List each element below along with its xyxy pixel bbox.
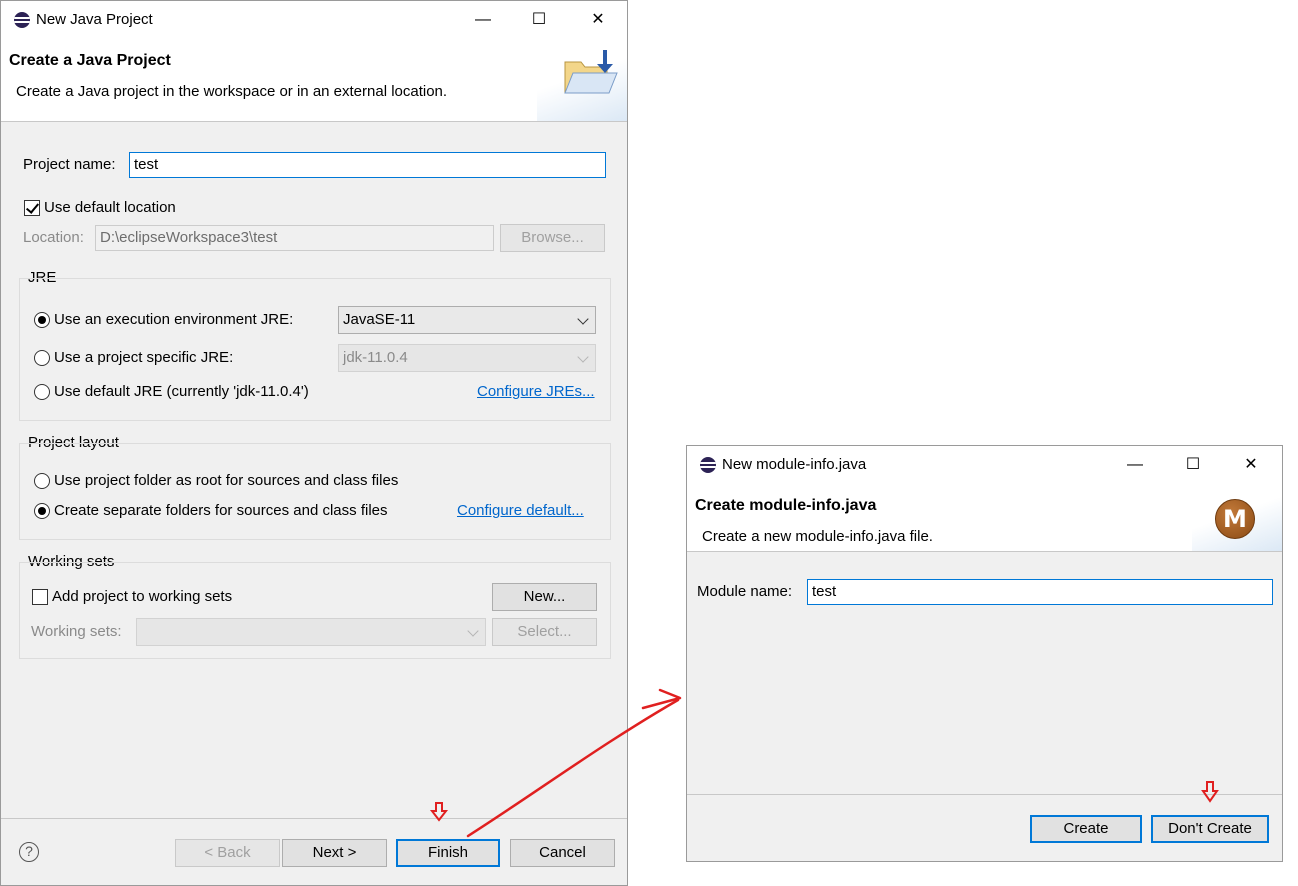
dont-create-down-arrow-icon <box>1201 781 1219 803</box>
annotation-overlay <box>429 688 1219 838</box>
connector-arrowhead <box>641 688 682 710</box>
finish-down-arrow-icon <box>429 802 449 822</box>
connector-arrow <box>466 698 680 838</box>
